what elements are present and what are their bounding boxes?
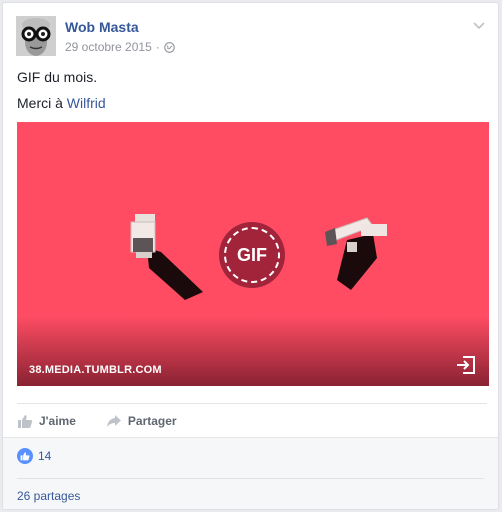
gif-media[interactable]: GIF 38.MEDIA.TUMBLR.COM	[17, 122, 489, 386]
post-header: Wob Masta 29 octobre 2015 ·	[16, 16, 486, 60]
reactions-summary[interactable]: 14	[17, 448, 51, 464]
footer-divider	[17, 478, 484, 479]
post-text-line2: Merci à Wilfrid	[17, 95, 106, 111]
chevron-down-icon[interactable]	[472, 18, 486, 32]
like-count: 14	[38, 449, 52, 463]
date-separator: ·	[155, 40, 160, 54]
media-domain[interactable]: 38.MEDIA.TUMBLR.COM	[29, 364, 162, 376]
post-text-line1: GIF du mois.	[17, 69, 98, 85]
gif-badge-label: GIF	[237, 244, 267, 265]
share-button[interactable]: Partager	[106, 413, 177, 429]
like-button[interactable]: J'aime	[17, 413, 76, 429]
author-name[interactable]: Wob Masta	[65, 19, 139, 35]
gif-badge[interactable]: GIF	[219, 222, 285, 288]
post-footer: 14 26 partages	[3, 437, 498, 509]
post-meta: 29 octobre 2015 ·	[65, 40, 175, 54]
thanks-text: Merci à	[17, 95, 67, 111]
share-arrow-icon	[106, 414, 121, 427]
avatar[interactable]	[16, 16, 56, 56]
security-camera-right	[325, 217, 387, 290]
security-camera-left	[130, 214, 203, 300]
like-label: J'aime	[39, 413, 76, 428]
like-bubble-icon	[17, 448, 33, 464]
thumbs-up-icon	[18, 414, 33, 428]
exit-icon[interactable]	[455, 354, 477, 376]
post-actions: J'aime Partager	[17, 403, 487, 437]
post-card: Wob Masta 29 octobre 2015 · GIF du mois.…	[2, 2, 499, 510]
globe-icon	[163, 41, 175, 53]
shares-count[interactable]: 26 partages	[17, 489, 80, 503]
post-date[interactable]: 29 octobre 2015	[65, 40, 152, 54]
mention-link[interactable]: Wilfrid	[67, 95, 106, 111]
share-label: Partager	[127, 413, 177, 428]
